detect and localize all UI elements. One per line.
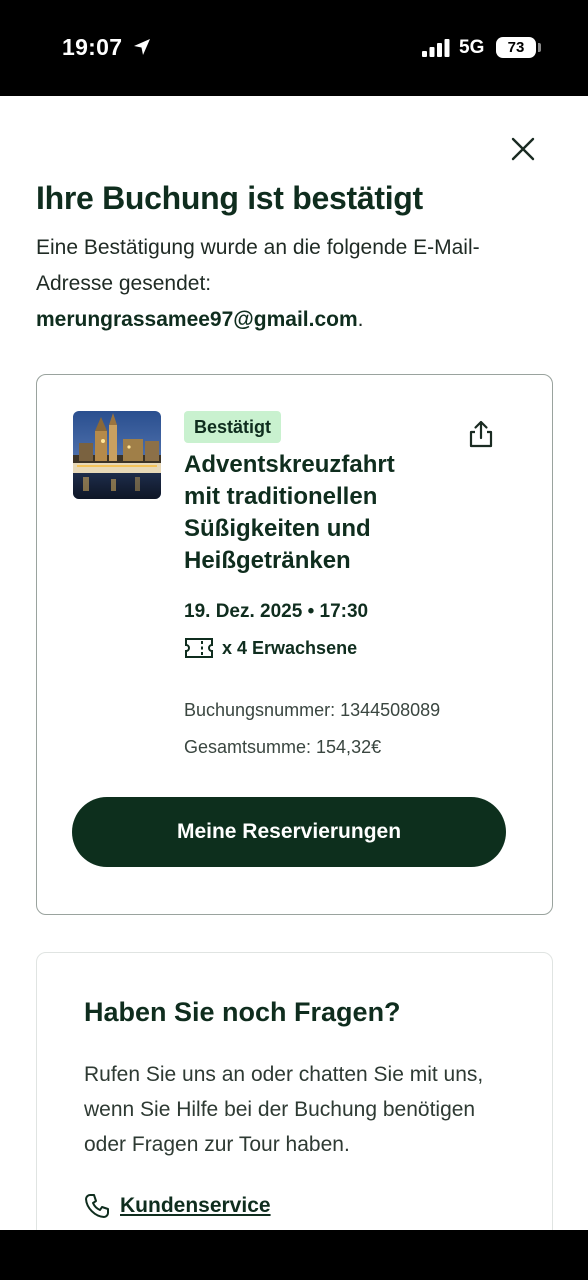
share-icon[interactable] [467,419,495,449]
phone-icon [85,1194,109,1218]
location-arrow-icon [134,39,150,55]
ticket-count-label: x 4 Erwachsene [222,637,358,658]
booking-card: Bestätigt Adventskreuzfahrt mit traditio… [36,374,553,915]
total-price: Gesamtsumme: 154,32€ [184,737,382,757]
customer-service-label[interactable]: Kundenservice [120,1194,271,1218]
help-text: Rufen Sie uns an oder chatten Sie mit un… [84,1063,484,1156]
help-title: Haben Sie noch Fragen? [84,997,401,1027]
page-title: Ihre Buchung ist bestätigt [36,180,423,216]
customer-service-link[interactable]: Kundenservice [84,1193,271,1219]
booking-date-time: 19. Dez. 2025 • 17:30 [184,601,369,622]
confirmation-intro: Eine Bestätigung wurde an die folgende E… [36,230,556,338]
my-reservations-button[interactable]: Meine Reservierungen [72,797,506,867]
battery-icon: 73 [496,37,541,58]
bottom-bar [0,1230,588,1280]
tour-title: Adventskreuzfahrt mit traditionellen Süß… [184,451,395,574]
booking-number: Buchungsnummer: 1344508089 [184,700,441,720]
network-type: 5G [459,37,485,58]
email-address: merungrassamee97@gmail.com [36,308,358,331]
intro-text: Eine Bestätigung wurde an die folgende E… [36,236,480,295]
status-bar: 19:07 5G 73 [0,0,588,96]
ticket-icon [185,638,213,658]
close-icon[interactable] [508,134,538,164]
signal-bars-icon [422,39,450,57]
booking-confirmation-sheet: Ihre Buchung ist bestätigt Eine Bestätig… [0,96,588,1230]
status-time: 19:07 [62,34,123,60]
status-badge: Bestätigt [184,411,282,443]
help-card: Haben Sie noch Fragen? Rufen Sie uns an … [36,952,553,1230]
email-suffix: . [357,308,364,331]
ticket-count: x 4 Erwachsene [184,635,357,661]
tour-thumbnail [73,411,161,499]
